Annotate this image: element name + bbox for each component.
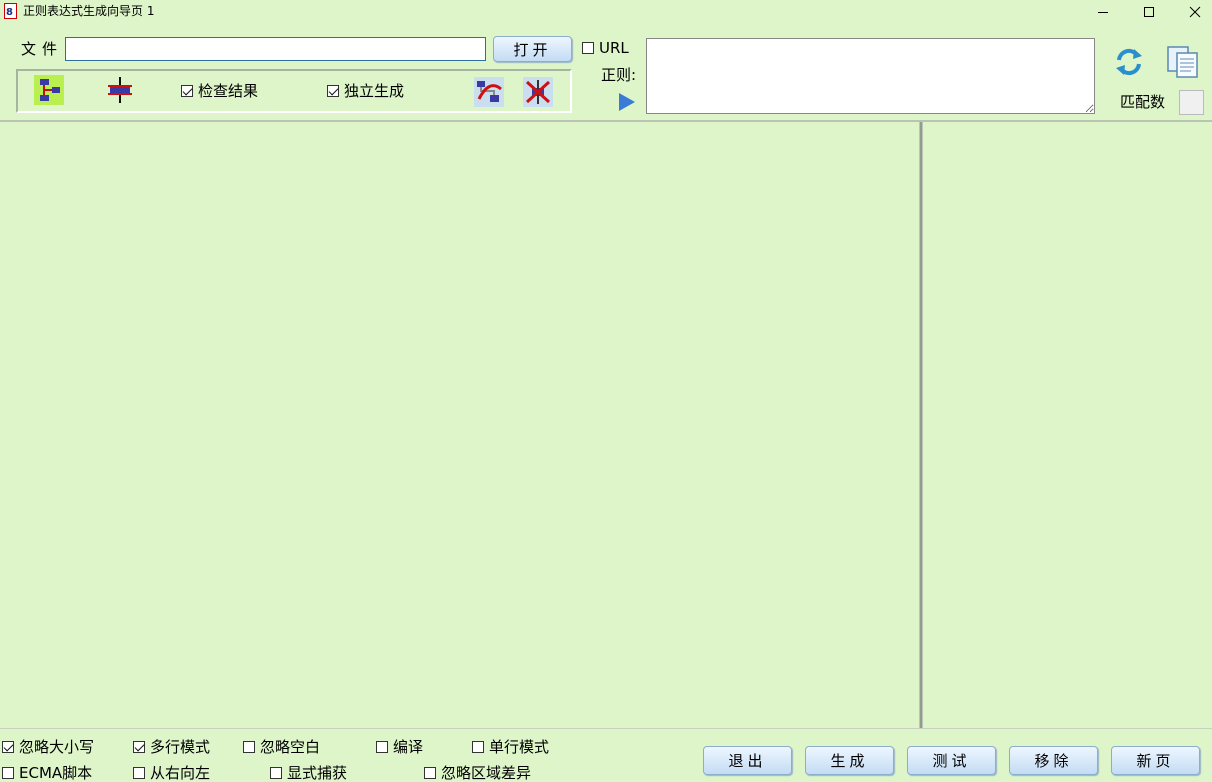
file-label: 文件: [21, 39, 63, 59]
regex-textarea[interactable]: [646, 38, 1095, 114]
compiled-checkbox[interactable]: 编译: [376, 737, 423, 757]
ignore-case-checkbox[interactable]: 忽略大小写: [2, 737, 94, 757]
ecmascript-checkbox[interactable]: ECMA脚本: [2, 763, 92, 782]
explicit-capture-checkbox[interactable]: 显式捕获: [270, 763, 347, 782]
ignore-whitespace-label: 忽略空白: [260, 737, 320, 757]
ignore-whitespace-checkbox[interactable]: 忽略空白: [243, 737, 320, 757]
play-icon[interactable]: [617, 92, 637, 112]
ignore-whitespace-box[interactable]: [243, 741, 255, 753]
ecmascript-box[interactable]: [2, 767, 14, 779]
independent-generate-label: 独立生成: [344, 81, 404, 101]
close-icon[interactable]: [1172, 0, 1212, 24]
test-button[interactable]: 测试: [907, 746, 996, 775]
url-box[interactable]: [582, 42, 594, 54]
delete-link-icon[interactable]: [474, 77, 504, 107]
file-path-input[interactable]: [65, 37, 486, 61]
title-bar: 8 正则表达式生成向导页 1: [0, 0, 1212, 24]
minimize-icon[interactable]: [1080, 0, 1126, 24]
new-page-button[interactable]: 新页: [1111, 746, 1200, 775]
remove-button[interactable]: 移除: [1009, 746, 1098, 775]
svg-text:8: 8: [6, 7, 13, 18]
multiline-label: 多行模式: [150, 737, 210, 757]
right-to-left-label: 从右向左: [150, 763, 210, 782]
independent-generate-box[interactable]: [327, 85, 339, 97]
compiled-box[interactable]: [376, 741, 388, 753]
culture-invariant-box[interactable]: [424, 767, 436, 779]
multiline-box[interactable]: [133, 741, 145, 753]
regex-label: 正则:: [601, 65, 636, 85]
maximize-icon[interactable]: [1126, 0, 1172, 24]
culture-invariant-label: 忽略区域差异: [441, 763, 531, 782]
check-result-box[interactable]: [181, 85, 193, 97]
right-to-left-checkbox[interactable]: 从右向左: [133, 763, 210, 782]
explicit-capture-label: 显式捕获: [287, 763, 347, 782]
singleline-label: 单行模式: [489, 737, 549, 757]
multiline-checkbox[interactable]: 多行模式: [133, 737, 210, 757]
compiled-label: 编译: [393, 737, 423, 757]
delete-node-icon[interactable]: [523, 77, 553, 107]
ecmascript-label: ECMA脚本: [19, 763, 92, 782]
check-result-label: 检查结果: [198, 81, 258, 101]
singleline-box[interactable]: [472, 741, 484, 753]
main-area: [0, 120, 1212, 729]
bottom-divider: [0, 728, 1212, 729]
ignore-case-label: 忽略大小写: [19, 737, 94, 757]
app-icon: 8: [4, 3, 17, 19]
copy-pages-icon[interactable]: [1165, 44, 1201, 80]
exit-button[interactable]: 退出: [703, 746, 792, 775]
window-title: 正则表达式生成向导页 1: [23, 3, 154, 19]
explicit-capture-box[interactable]: [270, 767, 282, 779]
expression-tree-pane[interactable]: [0, 122, 919, 729]
check-result-checkbox[interactable]: 检查结果: [181, 81, 258, 101]
url-label: URL: [599, 38, 629, 58]
match-count-label: 匹配数: [1120, 92, 1165, 112]
culture-invariant-checkbox[interactable]: 忽略区域差异: [424, 763, 531, 782]
match-count-value: [1179, 90, 1204, 115]
independent-generate-checkbox[interactable]: 独立生成: [327, 81, 404, 101]
match-results-pane[interactable]: [923, 122, 1212, 729]
url-checkbox[interactable]: URL: [582, 38, 629, 58]
tree-structure-icon[interactable]: [34, 75, 64, 105]
refresh-icon[interactable]: [1113, 46, 1145, 78]
open-button[interactable]: 打开: [493, 36, 572, 62]
generate-button[interactable]: 生成: [805, 746, 894, 775]
right-to-left-box[interactable]: [133, 767, 145, 779]
split-node-icon[interactable]: [105, 75, 135, 105]
singleline-checkbox[interactable]: 单行模式: [472, 737, 549, 757]
ignore-case-box[interactable]: [2, 741, 14, 753]
